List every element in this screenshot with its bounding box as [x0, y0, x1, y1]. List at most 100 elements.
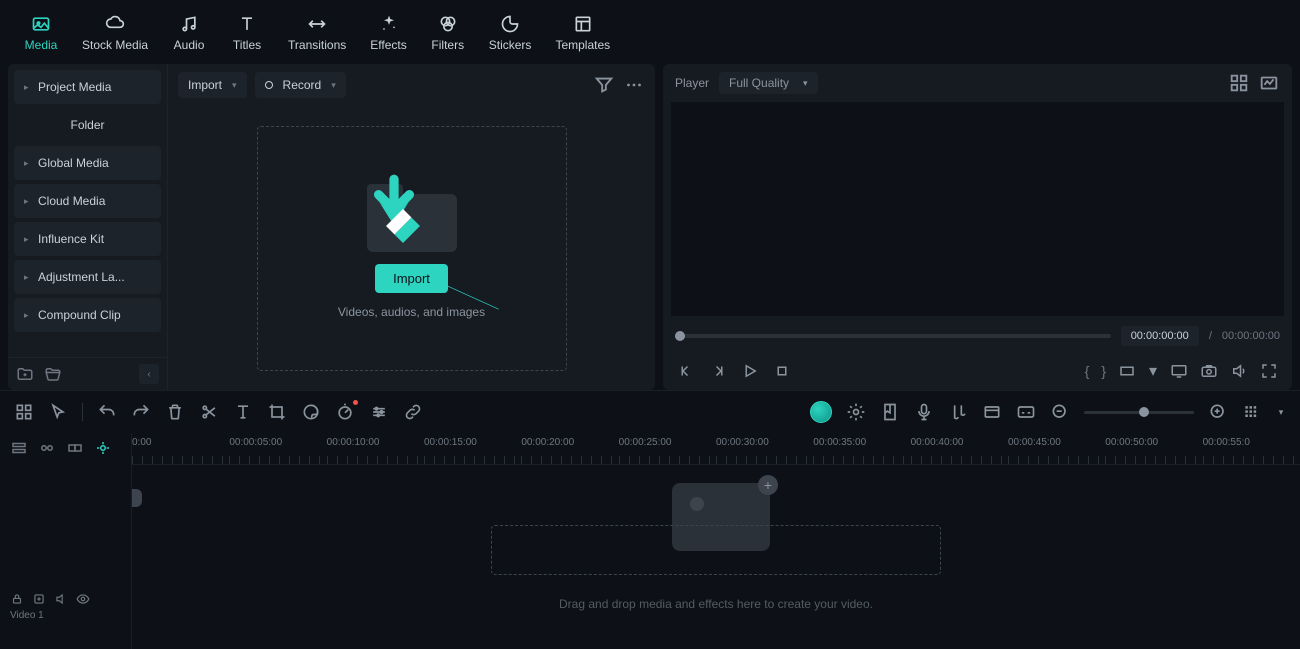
new-folder-icon[interactable] [16, 365, 34, 383]
nav-templates[interactable]: Templates [543, 8, 622, 60]
nav-transitions[interactable]: Transitions [276, 8, 358, 60]
top-navigation: Media Stock Media Audio Titles Transitio… [0, 0, 1300, 60]
crop-icon[interactable] [267, 402, 287, 422]
audio-mixer-icon[interactable] [948, 402, 968, 422]
chevron-right-icon: ▸ [24, 234, 32, 245]
cursor-icon[interactable] [48, 402, 68, 422]
ai-avatar-icon[interactable] [810, 401, 832, 423]
nav-effects[interactable]: Effects [358, 8, 418, 60]
nav-titles[interactable]: Titles [218, 8, 276, 60]
track-lock-icon[interactable] [10, 592, 24, 606]
ruler-tick: 00:00:15:00 [424, 433, 521, 464]
nav-media-label: Media [25, 38, 58, 52]
nav-filters[interactable]: Filters [419, 8, 477, 60]
zoom-out-icon[interactable] [1050, 402, 1070, 422]
delete-icon[interactable] [165, 402, 185, 422]
color-icon[interactable] [301, 402, 321, 422]
progress-slider[interactable] [675, 334, 1111, 338]
nav-stickers[interactable]: Stickers [477, 8, 544, 60]
adjust-icon[interactable] [369, 402, 389, 422]
sidebar-item-global-media[interactable]: ▸Global Media [14, 146, 161, 180]
chevron-down-icon[interactable]: ▾ [1276, 402, 1286, 422]
next-frame-icon[interactable] [709, 362, 727, 380]
nav-stickers-label: Stickers [489, 38, 532, 52]
mark-out-icon[interactable]: } [1101, 363, 1106, 379]
layout-icon[interactable] [14, 402, 34, 422]
snapshot-icon[interactable] [1200, 362, 1218, 380]
stop-icon[interactable] [773, 362, 791, 380]
cloud-icon [105, 14, 125, 34]
mic-icon[interactable] [914, 402, 934, 422]
timeline-view-icon[interactable] [1242, 402, 1262, 422]
chevron-down-icon[interactable]: ▾ [1148, 362, 1158, 380]
keyframe-panel-icon[interactable] [982, 402, 1002, 422]
sidebar-item-project-media[interactable]: ▸Project Media [14, 70, 161, 104]
mark-in-icon[interactable]: { [1085, 363, 1090, 379]
import-button[interactable]: Import [375, 264, 448, 293]
nav-transitions-label: Transitions [288, 38, 346, 52]
prev-frame-icon[interactable] [677, 362, 695, 380]
add-media-icon[interactable]: + [758, 475, 778, 495]
zoom-slider[interactable] [1084, 411, 1194, 414]
sidebar-item-influence-kit[interactable]: ▸ Influence Kit [14, 222, 161, 256]
undo-icon[interactable] [97, 402, 117, 422]
time-separator: / [1209, 330, 1212, 342]
scope-icon[interactable] [1258, 72, 1280, 94]
playhead-icon[interactable] [132, 489, 142, 507]
media-toolbar: Import ▾ Record ▾ [168, 64, 655, 106]
play-icon[interactable] [741, 362, 759, 380]
record-dot-icon [265, 81, 273, 89]
track-mode-1-icon[interactable] [10, 439, 28, 457]
ruler-tick: 00:00:40:00 [911, 433, 1008, 464]
sidebar-item-compound-clip[interactable]: ▸Compound Clip [14, 298, 161, 332]
import-dropdown-label: Import [188, 78, 222, 92]
display-icon[interactable] [1170, 362, 1188, 380]
speed-icon[interactable] [335, 402, 355, 422]
preview-area[interactable] [671, 102, 1284, 316]
track-mode-4-icon[interactable] [94, 439, 112, 457]
import-dropdown[interactable]: Import ▾ [178, 72, 247, 98]
sidebar-item-cloud-media[interactable]: ▸Cloud Media [14, 184, 161, 218]
track-target-icon[interactable] [32, 592, 46, 606]
timeline-drop-slot[interactable] [491, 525, 941, 575]
record-dropdown[interactable]: Record ▾ [255, 72, 346, 98]
track-mode-2-icon[interactable] [38, 439, 56, 457]
sidebar-item-label: Project Media [38, 80, 111, 94]
fullscreen-icon[interactable] [1260, 362, 1278, 380]
media-dropzone[interactable]: Import Videos, audios, and images [257, 126, 567, 371]
grid-view-icon[interactable] [1228, 72, 1250, 94]
caption-icon[interactable] [1016, 402, 1036, 422]
link-icon[interactable] [403, 402, 423, 422]
track-mode-3-icon[interactable] [66, 439, 84, 457]
split-icon[interactable] [199, 402, 219, 422]
collapse-sidebar-button[interactable]: ‹ [139, 364, 159, 384]
nav-stock-media[interactable]: Stock Media [70, 8, 160, 60]
zoom-in-icon[interactable] [1208, 402, 1228, 422]
track-mute-icon[interactable] [54, 592, 68, 606]
volume-icon[interactable] [1230, 362, 1248, 380]
sidebar-item-adjustment-layer[interactable]: ▸Adjustment La... [14, 260, 161, 294]
open-folder-icon[interactable] [44, 365, 62, 383]
more-options-icon[interactable] [623, 74, 645, 96]
media-panel: ▸Project Media Folder ▸Global Media ▸Clo… [8, 64, 655, 390]
swap-icon [307, 14, 327, 34]
dropzone-hint: Videos, audios, and images [338, 305, 485, 319]
sort-filter-icon[interactable] [593, 74, 615, 96]
timeline-ruler[interactable]: 0:00 00:00:05:00 00:00:10:00 00:00:15:00… [132, 433, 1300, 465]
quality-select[interactable]: Full Quality ▾ [719, 72, 818, 94]
filter-icon [438, 14, 458, 34]
image-icon [31, 14, 51, 34]
sidebar-item-folder[interactable]: Folder [14, 108, 161, 142]
nav-audio[interactable]: Audio [160, 8, 218, 60]
render-icon[interactable] [846, 402, 866, 422]
marker-icon[interactable] [880, 402, 900, 422]
nav-templates-label: Templates [555, 38, 610, 52]
text-tool-icon[interactable] [233, 402, 253, 422]
sidebar-item-label: Influence Kit [38, 232, 104, 246]
track-visible-icon[interactable] [76, 592, 90, 606]
timeline-canvas[interactable]: 0:00 00:00:05:00 00:00:10:00 00:00:15:00… [132, 433, 1300, 649]
ratio-icon[interactable] [1118, 362, 1136, 380]
track-name: Video 1 [10, 610, 121, 621]
redo-icon[interactable] [131, 402, 151, 422]
nav-media[interactable]: Media [12, 8, 70, 60]
